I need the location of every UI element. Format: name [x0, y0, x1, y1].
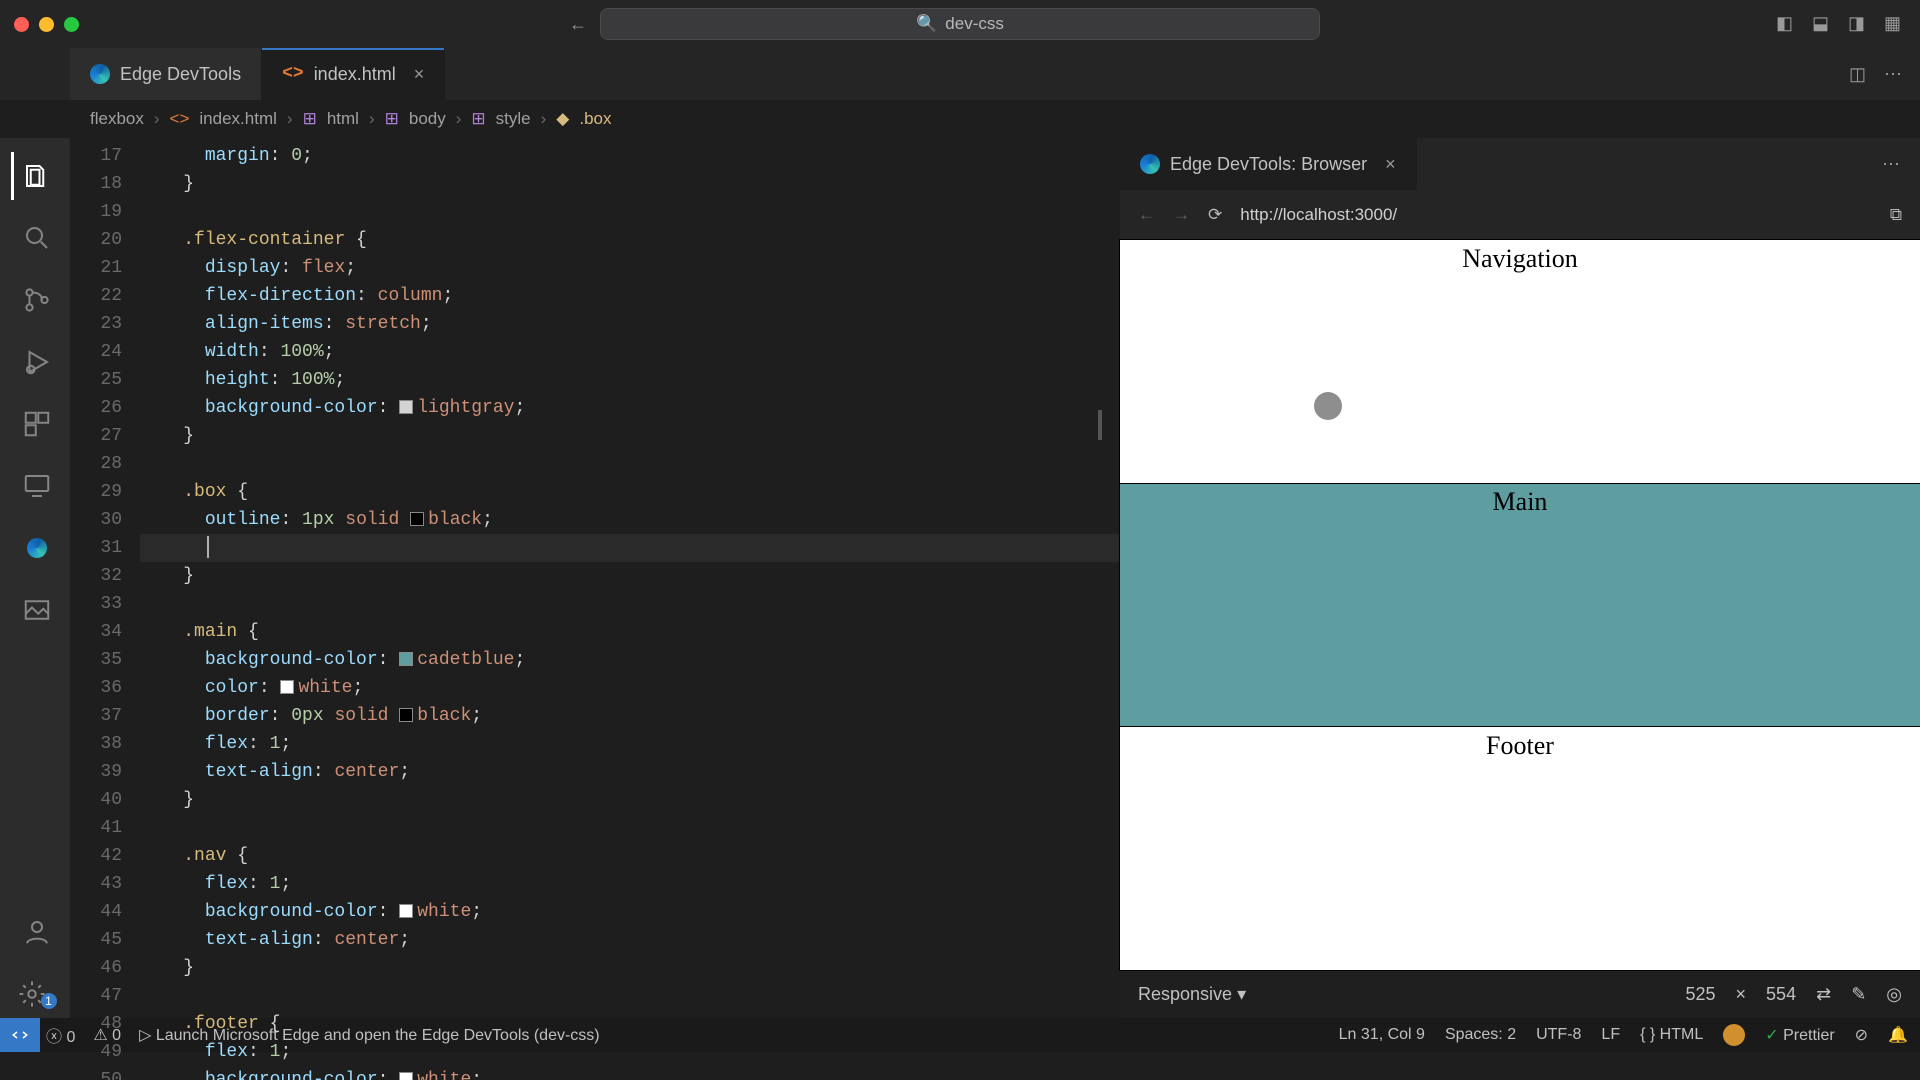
image-preview-icon[interactable]	[11, 586, 59, 634]
bracket-icon: ⊞	[385, 109, 399, 129]
breadcrumb[interactable]: flexbox › <> index.html › ⊞ html › ⊞ bod…	[0, 100, 1920, 138]
browser-pane: Edge DevTools: Browser × ⋯ ← → ⟳ http://…	[1120, 138, 1920, 1018]
screencast-icon[interactable]: ✎	[1851, 984, 1866, 1005]
settings-badge: 1	[41, 993, 57, 1009]
preview-nav: Navigation	[1120, 240, 1920, 483]
browser-toolbar: ← → ⟳ http://localhost:3000/ ⧉	[1120, 190, 1920, 240]
copilot-icon[interactable]	[1723, 1024, 1745, 1046]
remote-indicator[interactable]	[0, 1018, 40, 1052]
tab-edge-devtools[interactable]: Edge DevTools	[70, 48, 262, 100]
prettier-status[interactable]: ✓ Prettier	[1765, 1025, 1834, 1045]
toggle-panel-bottom-icon[interactable]: ⬓	[1812, 13, 1834, 35]
customize-layout-icon[interactable]: ▦	[1884, 13, 1906, 35]
bracket-icon: ⊞	[303, 109, 317, 129]
browser-tabs: Edge DevTools: Browser × ⋯	[1120, 138, 1920, 190]
encoding[interactable]: UTF-8	[1536, 1026, 1581, 1044]
tab-actions: ◫ ⋯	[1849, 64, 1920, 85]
search-icon: 🔍	[916, 14, 937, 34]
feedback-icon[interactable]: ⊘	[1855, 1025, 1868, 1045]
explorer-icon[interactable]	[11, 152, 59, 200]
edge-tools-icon[interactable]	[11, 524, 59, 572]
tab-devtools-browser[interactable]: Edge DevTools: Browser ×	[1120, 138, 1417, 190]
back-icon[interactable]: ←	[569, 14, 587, 35]
close-window-icon[interactable]	[14, 17, 29, 32]
tab-label: Edge DevTools	[120, 64, 241, 85]
warning-count: 0	[112, 1027, 121, 1044]
bc-html[interactable]: html	[327, 109, 359, 129]
bc-folder[interactable]: flexbox	[90, 109, 144, 129]
toggle-panel-left-icon[interactable]: ◧	[1776, 13, 1798, 35]
errors-icon[interactable]: ⓧ 0	[46, 1023, 75, 1047]
split-editor-icon[interactable]: ◫	[1849, 64, 1866, 85]
html-file-icon: <>	[170, 109, 190, 129]
bc-box[interactable]: .box	[579, 109, 611, 129]
remote-explorer-icon[interactable]	[11, 462, 59, 510]
dimension-separator: ×	[1736, 984, 1747, 1005]
cursor-dot-icon	[1314, 392, 1342, 420]
zoom-window-icon[interactable]	[64, 17, 79, 32]
run-debug-icon[interactable]	[11, 338, 59, 386]
editor-tabs: Edge DevTools <> index.html × ◫ ⋯	[0, 48, 1920, 100]
layout-controls: ◧ ⬓ ◨ ▦	[1776, 13, 1906, 35]
rotate-icon[interactable]: ⇄	[1816, 984, 1831, 1005]
tab-index-html[interactable]: <> index.html ×	[262, 48, 445, 100]
language-mode[interactable]: { } HTML	[1640, 1026, 1703, 1044]
close-tab-icon[interactable]: ×	[1385, 154, 1396, 175]
bracket-icon: ⊞	[471, 109, 485, 129]
page-preview: Navigation Main Footer	[1120, 240, 1920, 970]
error-count: 0	[66, 1029, 75, 1046]
footer-label: Footer	[1486, 731, 1554, 760]
more-actions-icon[interactable]: ⋯	[1884, 64, 1902, 85]
activity-bar: 1	[0, 138, 70, 1018]
responsive-label: Responsive	[1138, 984, 1232, 1004]
browser-reload-icon[interactable]: ⟳	[1208, 205, 1222, 225]
tab-label: index.html	[314, 64, 396, 85]
code-editor[interactable]: 1718192021222324252627282930313233343536…	[70, 138, 1120, 1018]
project-name: dev-css	[945, 14, 1004, 34]
viewport-width[interactable]: 525	[1685, 984, 1715, 1005]
source-control-icon[interactable]	[11, 276, 59, 324]
code-content[interactable]: margin: 0; } .flex-container { display: …	[140, 138, 1120, 1018]
main-label: Main	[1493, 487, 1548, 516]
bc-style[interactable]: style	[496, 109, 531, 129]
selector-icon: ◆	[556, 109, 569, 129]
tab-label: Edge DevTools: Browser	[1170, 154, 1367, 175]
responsive-dropdown[interactable]: Responsive ▾	[1138, 984, 1246, 1005]
warnings-icon[interactable]: ⚠ 0	[93, 1025, 121, 1045]
eol[interactable]: LF	[1601, 1026, 1620, 1044]
bc-body[interactable]: body	[409, 109, 446, 129]
line-gutter: 1718192021222324252627282930313233343536…	[70, 138, 140, 1018]
minimize-window-icon[interactable]	[39, 17, 54, 32]
edge-icon	[90, 64, 110, 84]
bc-file[interactable]: index.html	[199, 109, 276, 129]
emulate-touch-icon[interactable]: ◎	[1886, 984, 1902, 1005]
close-tab-icon[interactable]: ×	[414, 64, 425, 85]
settings-gear-icon[interactable]: 1	[11, 970, 59, 1018]
url-field[interactable]: http://localhost:3000/	[1240, 205, 1397, 225]
search-icon[interactable]	[11, 214, 59, 262]
extensions-icon[interactable]	[11, 400, 59, 448]
toggle-panel-right-icon[interactable]: ◨	[1848, 13, 1870, 35]
open-devtools-icon[interactable]: ⧉	[1890, 205, 1902, 225]
window-controls	[14, 17, 79, 32]
nav-label: Navigation	[1462, 244, 1578, 273]
split-handle[interactable]	[1098, 410, 1110, 440]
preview-footer: Footer	[1120, 727, 1920, 970]
command-center[interactable]: 🔍 dev-css	[600, 8, 1320, 40]
viewport-height[interactable]: 554	[1766, 984, 1796, 1005]
browser-forward-icon[interactable]: →	[1173, 205, 1190, 225]
title-bar: ← → 🔍 dev-css ◧ ⬓ ◨ ▦	[0, 0, 1920, 48]
html-file-icon: <>	[282, 64, 304, 84]
edge-icon	[1140, 154, 1160, 174]
notifications-icon[interactable]: 🔔	[1888, 1025, 1908, 1045]
indent-setting[interactable]: Spaces: 2	[1445, 1026, 1516, 1044]
device-toolbar: Responsive ▾ 525 × 554 ⇄ ✎ ◎	[1120, 970, 1920, 1018]
more-actions-icon[interactable]: ⋯	[1882, 154, 1920, 175]
cursor-position[interactable]: Ln 31, Col 9	[1339, 1026, 1425, 1044]
account-icon[interactable]	[11, 908, 59, 956]
browser-back-icon[interactable]: ←	[1138, 205, 1155, 225]
preview-main: Main	[1120, 483, 1920, 726]
